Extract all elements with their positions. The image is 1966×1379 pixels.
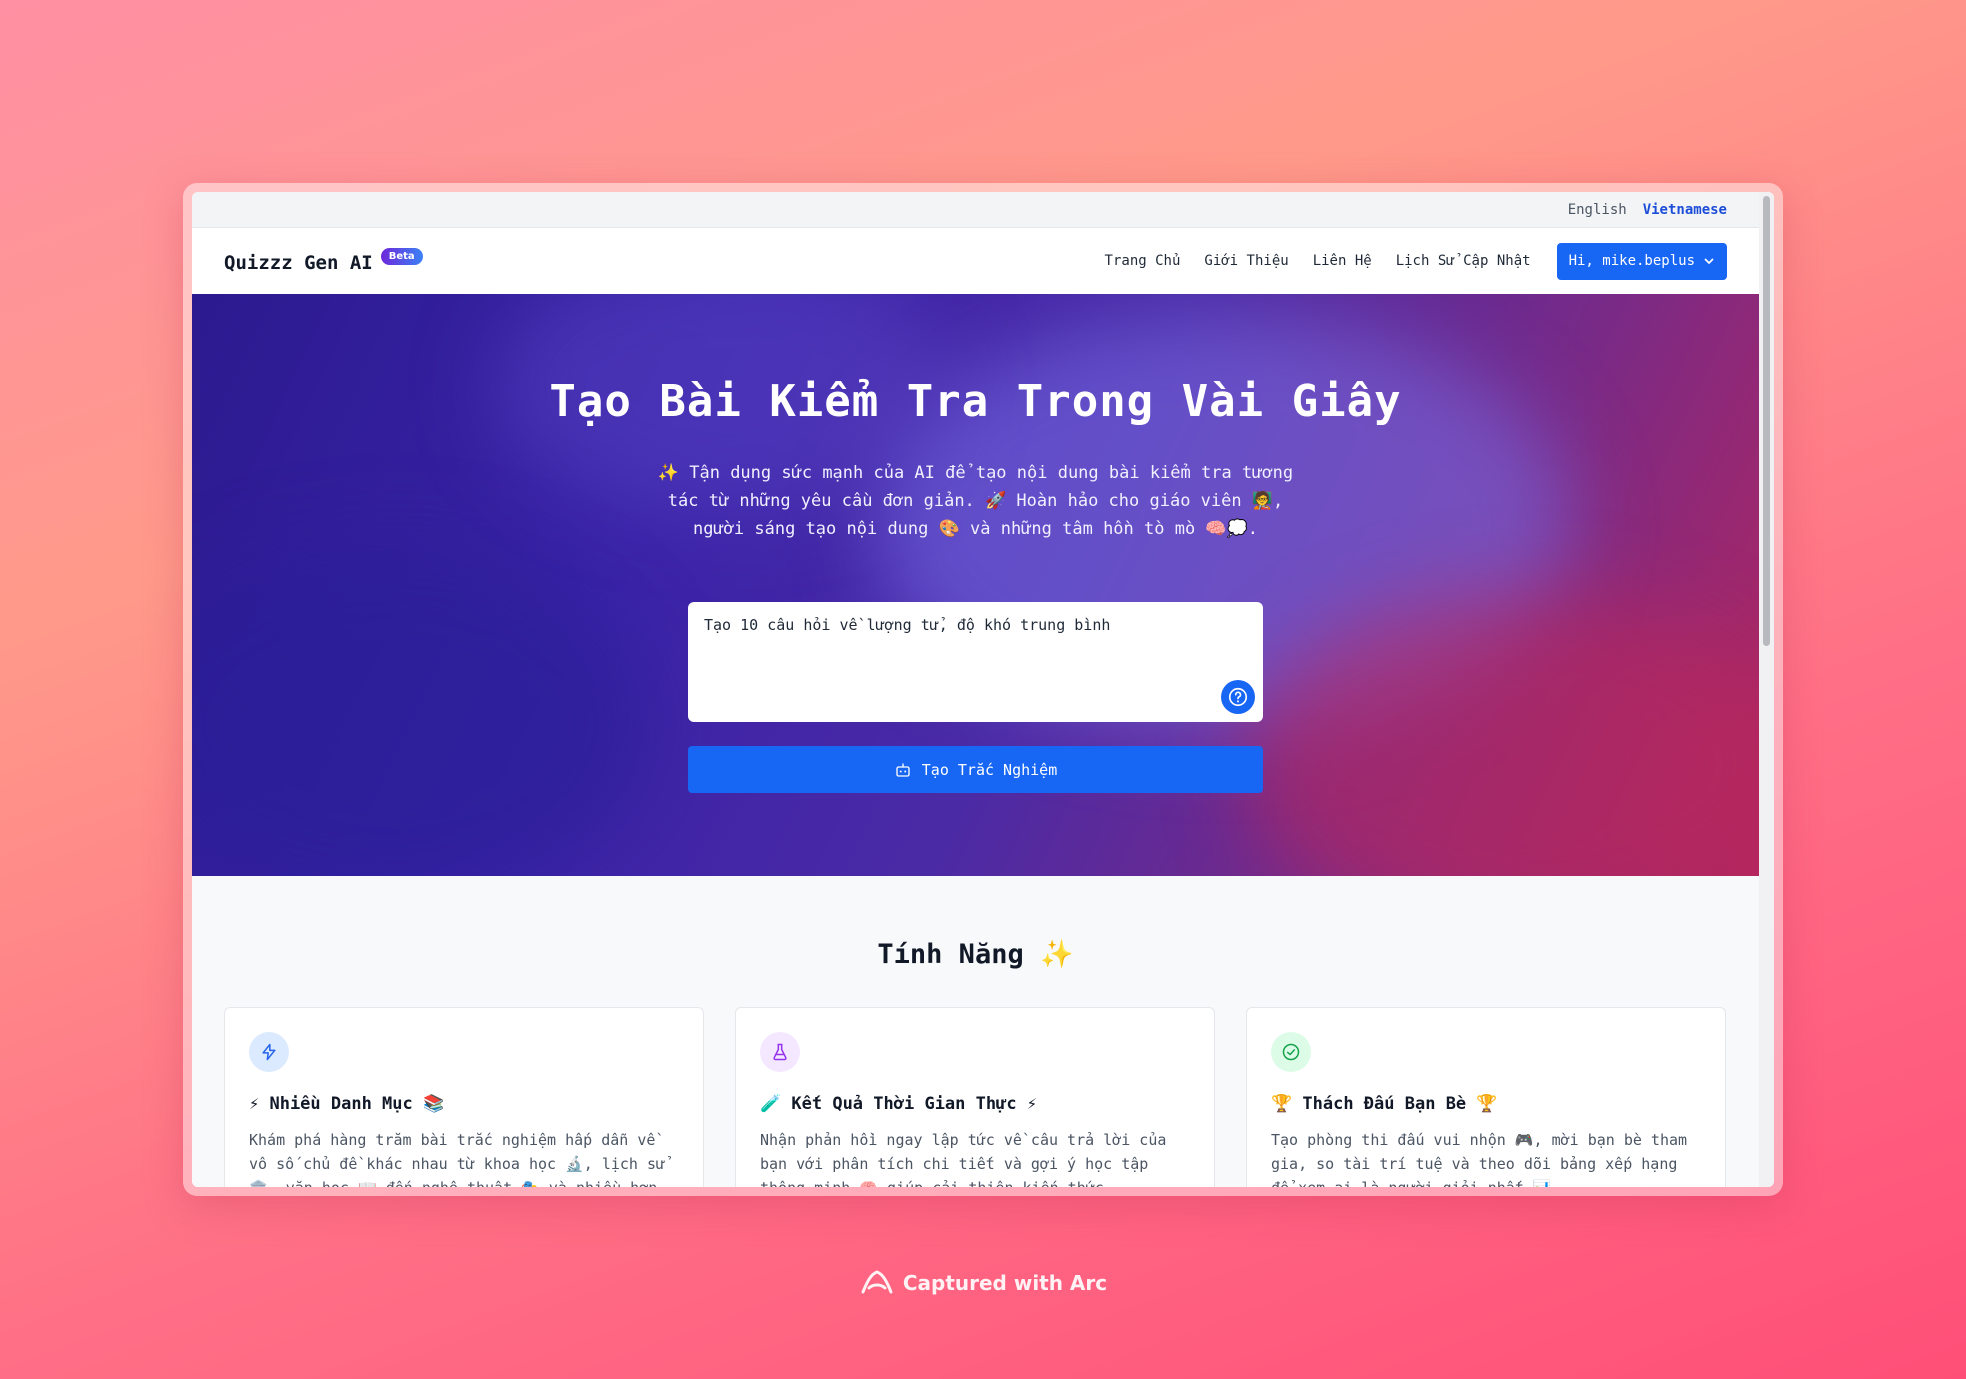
bolt-icon [249,1032,289,1072]
arc-watermark-text: Captured with Arc [902,1271,1108,1295]
browser-window: English Vietnamese Quizzz Gen AI Beta Tr… [192,192,1774,1187]
language-bar: English Vietnamese [192,192,1759,228]
nav-contact[interactable]: Liên Hệ [1313,253,1372,269]
feature-card-description: Khám phá hàng trăm bài trắc nghiệm hấp d… [249,1131,666,1187]
chevron-down-icon [1704,258,1714,264]
arc-logo-icon [861,1270,893,1294]
help-button[interactable] [1221,680,1255,714]
feature-card: 🧪 Kết Quả Thời Gian Thực ⚡ Nhận phản hồi… [735,1007,1215,1187]
hero-section: Tạo Bài Kiểm Tra Trong Vài Giây ✨ Tận dụ… [192,294,1759,876]
scrollbar-thumb[interactable] [1763,196,1770,646]
lang-english[interactable]: English [1568,202,1627,218]
prompt-text: Tạo 10 câu hỏi về lượng tử, độ khó trung… [704,616,1111,634]
flask-icon [760,1032,800,1072]
robot-icon [896,762,910,777]
feature-card-title: 🧪 Kết Quả Thời Gian Thực ⚡ [760,1094,1038,1114]
user-menu-label: Hi, mike.beplus [1568,253,1695,269]
arc-watermark: Captured with Arc [0,1268,1966,1298]
feature-card: ⚡ Nhiều Danh Mục 📚 Khám phá hàng trăm bà… [224,1007,704,1187]
beta-badge: Beta [380,248,423,265]
nav-home[interactable]: Trang Chủ [1105,253,1181,269]
feature-card: 🏆 Thách Đấu Bạn Bè 🏆 Tạo phòng thi đấu v… [1246,1007,1726,1187]
generate-quiz-button[interactable]: Tạo Trắc Nghiệm [688,746,1263,793]
check-circle-icon [1271,1032,1311,1072]
nav-changelog[interactable]: Lịch Sử Cập Nhật [1396,253,1531,269]
hero-blur-shape [192,544,652,876]
generate-quiz-label: Tạo Trắc Nghiệm [921,760,1058,779]
feature-card-title: ⚡ Nhiều Danh Mục 📚 [249,1094,445,1114]
nav-links: Trang Chủ Giới Thiệu Liên Hệ Lịch Sử Cập… [1105,242,1727,280]
lang-vietnamese[interactable]: Vietnamese [1643,202,1727,218]
feature-card-description: Nhận phản hồi ngay lập tức về câu trả lờ… [760,1131,1167,1187]
features-title: Tính Năng ✨ [877,939,1074,970]
navbar: Quizzz Gen AI Beta Trang Chủ Giới Thiệu … [192,228,1759,294]
feature-card-title: 🏆 Thách Đấu Bạn Bè 🏆 [1271,1094,1498,1114]
brand-name: Quizzz Gen AI [224,252,373,274]
prompt-textarea[interactable]: Tạo 10 câu hỏi về lượng tử, độ khó trung… [688,602,1263,722]
vertical-scrollbar[interactable] [1759,192,1774,1187]
nav-about[interactable]: Giới Thiệu [1204,253,1288,269]
features-section: Tính Năng ✨ ⚡ Nhiều Danh Mục 📚 Khám phá … [192,876,1759,1187]
user-menu-button[interactable]: Hi, mike.beplus [1556,242,1727,280]
hero-subtitle: ✨ Tận dụng sức mạnh của AI để tạo nội du… [657,463,1294,539]
feature-card-description: Tạo phòng thi đấu vui nhộn 🎮, mời bạn bè… [1271,1131,1688,1187]
hero-title: Tạo Bài Kiểm Tra Trong Vài Giây [549,376,1402,427]
question-circle-icon [1228,687,1248,707]
brand[interactable]: Quizzz Gen AI Beta [224,248,423,274]
page-viewport: English Vietnamese Quizzz Gen AI Beta Tr… [192,192,1759,1187]
